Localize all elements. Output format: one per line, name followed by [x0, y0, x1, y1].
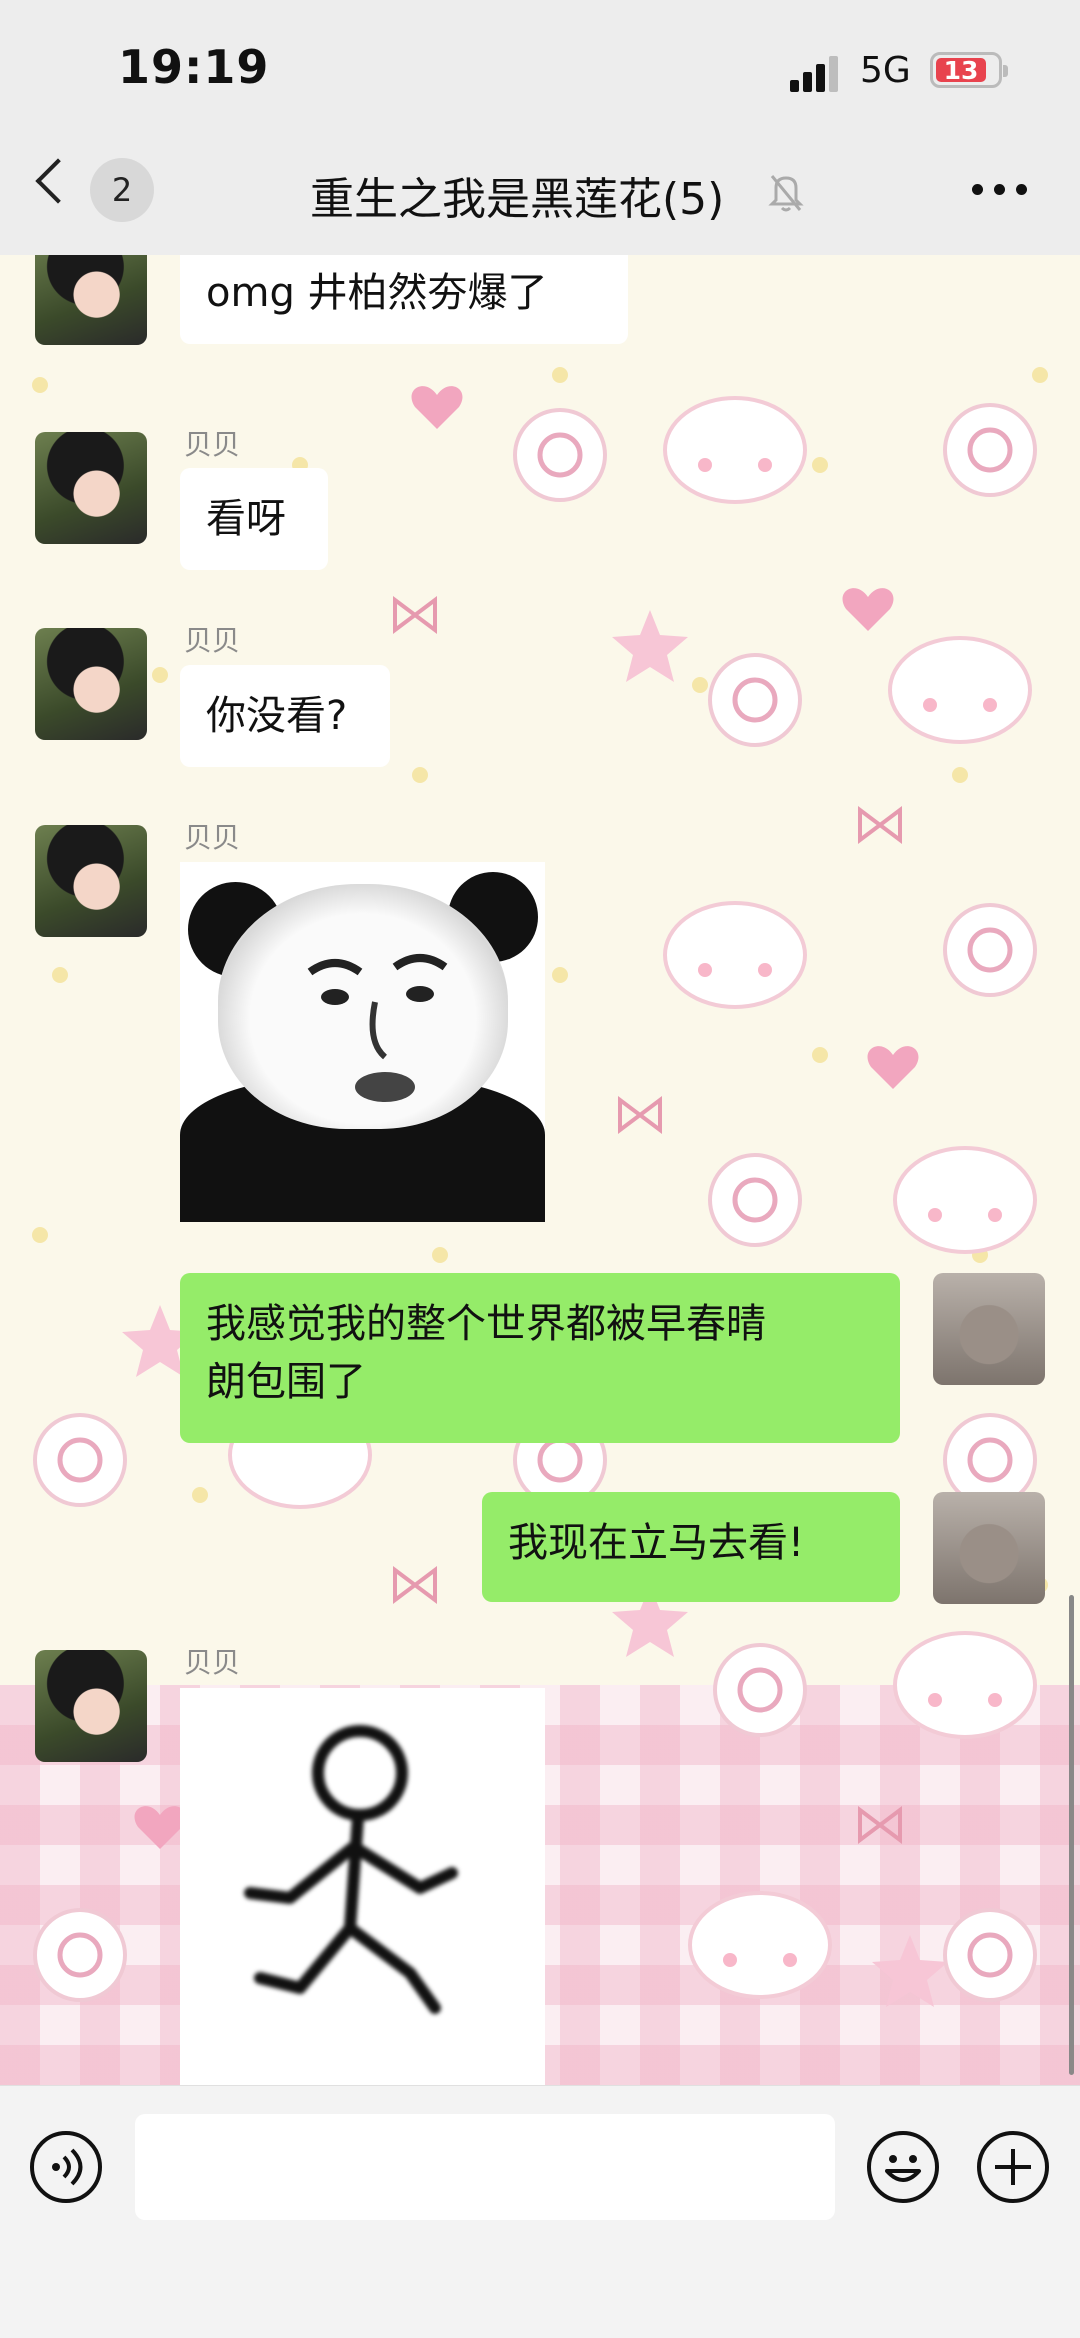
avatar[interactable] [933, 1273, 1045, 1385]
message-bubble[interactable]: 你没看? [180, 665, 390, 767]
message-text-line: 我感觉我的整个世界都被早春晴 [206, 1301, 766, 1347]
panda-meme-sticker[interactable] [180, 862, 545, 1222]
input-bar [0, 2085, 1080, 2338]
ellipsis-icon[interactable] [972, 184, 1028, 198]
voice-icon[interactable] [30, 2131, 102, 2203]
message-bubble[interactable]: 我现在立马去看! [482, 1492, 900, 1602]
battery-level: 13 [936, 58, 986, 83]
sender-name: 贝贝 [184, 428, 241, 461]
unread-badge[interactable]: 2 [90, 158, 154, 222]
sender-name: 贝贝 [184, 624, 241, 657]
message-bubble[interactable]: 我感觉我的整个世界都被早春晴 朗包围了 [180, 1273, 900, 1443]
chat-area[interactable]: omg 井柏然夯爆了 贝贝 看呀 贝贝 你没看? 贝贝 我感觉我的整个世界都被早… [0, 255, 1080, 2085]
battery-icon: 13 [930, 52, 1008, 88]
status-bar: 19:19 5G 13 [0, 0, 1080, 150]
sender-name: 贝贝 [184, 821, 241, 854]
message-input[interactable] [135, 2114, 835, 2220]
avatar[interactable] [35, 255, 147, 345]
avatar[interactable] [35, 825, 147, 937]
avatar[interactable] [35, 432, 147, 544]
scrollbar[interactable] [1069, 1595, 1074, 2075]
stick-figure-sticker[interactable] [180, 1688, 545, 2085]
message-bubble[interactable]: omg 井柏然夯爆了 [180, 255, 628, 344]
running-stick-figure-icon [244, 1725, 458, 2014]
network-type: 5G [860, 50, 911, 91]
smiley-icon[interactable] [867, 2131, 939, 2203]
bell-off-icon [768, 175, 804, 212]
sender-name: 贝贝 [184, 1646, 241, 1679]
panda-face-icon [307, 954, 448, 1102]
message-text-line: 朗包围了 [206, 1359, 366, 1405]
avatar[interactable] [933, 1492, 1045, 1604]
message-bubble[interactable]: 看呀 [180, 468, 328, 570]
chat-title: 重生之我是黑莲花(5) [310, 174, 725, 225]
plus-circle-icon[interactable] [977, 2131, 1049, 2203]
avatar[interactable] [35, 628, 147, 740]
avatar[interactable] [35, 1650, 147, 1762]
status-time: 19:19 [118, 40, 270, 94]
signal-strength-icon [790, 56, 840, 92]
